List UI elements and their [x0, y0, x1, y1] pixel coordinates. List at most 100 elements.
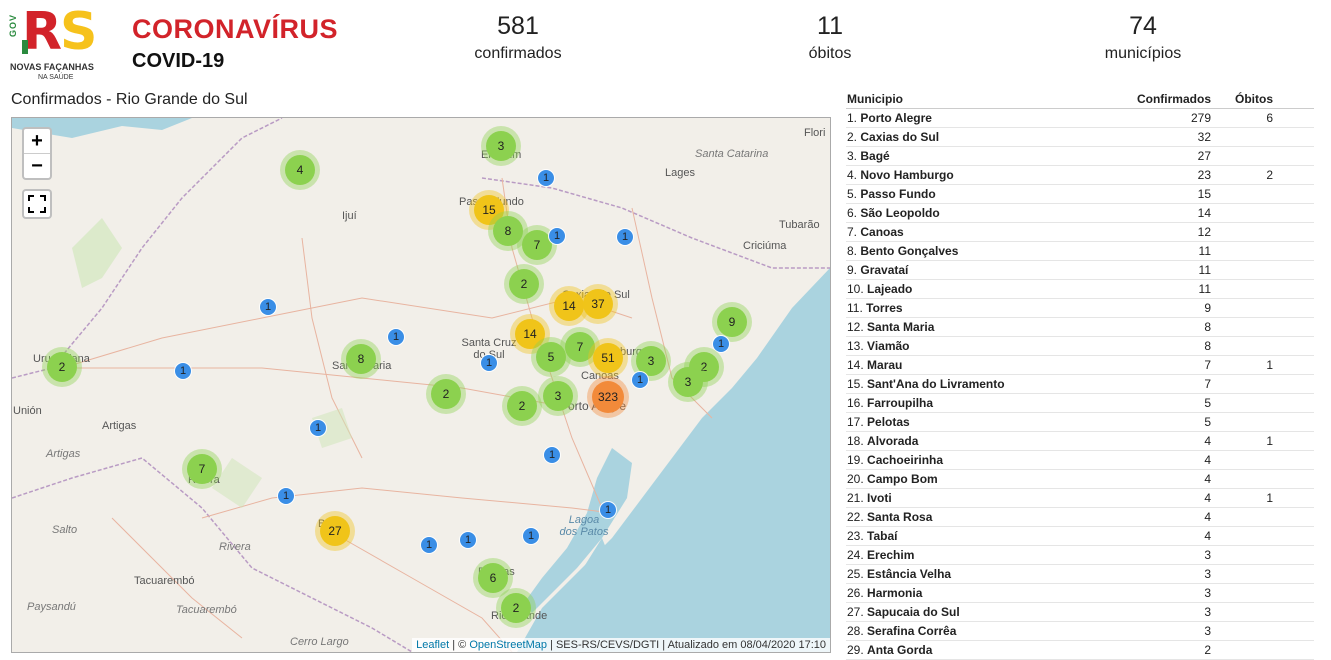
cell-rank: 19. [847, 453, 864, 467]
cell-confirmados: 4 [1204, 472, 1211, 486]
cell-obitos [1211, 147, 1299, 165]
cell-obitos [1211, 641, 1299, 659]
cell-name: Serafina Corrêa [867, 624, 957, 638]
cell-name: Novo Hamburgo [860, 168, 954, 182]
fullscreen-button[interactable] [22, 189, 52, 219]
cell-name: Caxias do Sul [860, 130, 940, 144]
cluster-count: 1 [278, 488, 294, 504]
cell-confirmados: 15 [1197, 187, 1211, 201]
map-marker-single[interactable]: 1 [548, 227, 566, 245]
cell-rank: 11. [847, 301, 863, 315]
cell-name: Anta Gorda [867, 643, 933, 657]
cell-rank: 2. [847, 130, 858, 144]
cell-name: Pelotas [867, 415, 910, 429]
header-municipio[interactable]: Municipio [846, 91, 1111, 108]
map-cluster-marker[interactable]: 2 [426, 374, 466, 414]
table-body: 1. Porto Alegre 279 6 2. Caxias do Sul 32 3. … [846, 109, 1314, 660]
map-container[interactable]: Flori Santa Catarina Lages Erechim Passo… [11, 117, 831, 653]
map-marker-single[interactable]: 1 [174, 362, 192, 380]
cell-obitos [1211, 508, 1299, 526]
attribution-suffix: | SES-RS/CEVS/DGTI | Atualizado em 08/04… [546, 639, 826, 651]
cell-name: Bento Gonçalves [860, 244, 959, 258]
cluster-count: 1 [175, 363, 191, 379]
map-marker-single[interactable]: 1 [387, 328, 405, 346]
table-row: 14. Marau 7 1 [846, 356, 1314, 375]
cell-municipio: 15. Sant'Ana do Livramento [846, 375, 1111, 393]
map-cluster-marker[interactable]: 3 [668, 362, 708, 402]
cell-confirmados: 11 [1198, 244, 1211, 258]
cell-obitos [1211, 204, 1299, 222]
map-marker-single[interactable]: 1 [522, 527, 540, 545]
cluster-count: 1 [481, 355, 497, 371]
map-marker-single[interactable]: 1 [277, 487, 295, 505]
map-cluster-marker[interactable]: 3 [481, 126, 521, 166]
cluster-count: 51 [593, 343, 623, 373]
map-marker-single[interactable]: 1 [543, 446, 561, 464]
cell-rank: 16. [847, 396, 864, 410]
zoom-in-button[interactable]: + [24, 129, 50, 154]
cell-municipio: 20. Campo Bom [846, 470, 1111, 488]
cluster-count: 1 [632, 372, 648, 388]
map-cluster-marker[interactable]: 2 [504, 264, 544, 304]
map-marker-single[interactable]: 1 [631, 371, 649, 389]
zoom-out-button[interactable]: − [24, 154, 50, 178]
leaflet-link[interactable]: Leaflet [416, 639, 449, 651]
map-cluster-marker[interactable]: 323 [587, 376, 629, 418]
table-row: 2. Caxias do Sul 32 [846, 128, 1314, 147]
cell-municipio: 5. Passo Fundo [846, 185, 1111, 203]
map-marker-single[interactable]: 1 [537, 169, 555, 187]
map-cluster-marker[interactable]: 2 [42, 347, 82, 387]
cell-rank: 12. [847, 320, 864, 334]
cell-municipio: 14. Marau [846, 356, 1111, 374]
cell-obitos [1211, 261, 1299, 279]
cell-municipio: 19. Cachoeirinha [846, 451, 1111, 469]
cell-confirmados: 3 [1204, 624, 1211, 638]
cell-confirmados: 11 [1198, 282, 1211, 296]
map-marker-single[interactable]: 1 [616, 228, 634, 246]
stat-label: óbitos [808, 45, 852, 62]
map-cluster-marker[interactable]: 2 [496, 588, 536, 628]
cell-name: Estância Velha [867, 567, 952, 581]
cell-name: Sant'Ana do Livramento [867, 377, 1005, 391]
map-cluster-marker[interactable]: 5 [531, 337, 571, 377]
cell-municipio: 21. Ivoti [846, 489, 1111, 507]
table-row: 1. Porto Alegre 279 6 [846, 109, 1314, 128]
map-label-cerro-largo: Cerro Largo [290, 636, 349, 648]
map-marker-single[interactable]: 1 [309, 419, 327, 437]
cell-rank: 18. [847, 434, 864, 448]
cluster-count: 2 [501, 593, 531, 623]
map-marker-single[interactable]: 1 [259, 298, 277, 316]
map-label-santa-catarina: Santa Catarina [695, 148, 769, 160]
page-subtitle: COVID-19 [132, 50, 225, 72]
map-cluster-marker[interactable]: 8 [341, 339, 381, 379]
map-cluster-marker[interactable]: 51 [588, 338, 628, 378]
map-marker-single[interactable]: 1 [599, 501, 617, 519]
cluster-count: 3 [543, 381, 573, 411]
osm-link[interactable]: OpenStreetMap [469, 639, 547, 651]
cluster-count: 1 [617, 229, 633, 245]
map-cluster-marker[interactable]: 2 [502, 386, 542, 426]
map-cluster-marker[interactable]: 37 [578, 284, 618, 324]
cell-rank: 22. [847, 510, 864, 524]
cluster-count: 1 [310, 420, 326, 436]
table-row: 29. Anta Gorda 2 [846, 641, 1314, 660]
header-confirmados[interactable]: Confirmados [1111, 91, 1211, 108]
table-row: 27. Sapucaia do Sul 3 [846, 603, 1314, 622]
map-cluster-marker[interactable]: 4 [280, 150, 320, 190]
cluster-count: 6 [478, 563, 508, 593]
table-row: 24. Erechim 3 [846, 546, 1314, 565]
cell-obitos [1211, 375, 1299, 393]
map-cluster-marker[interactable]: 7 [182, 449, 222, 489]
map-label-salto: Salto [52, 524, 78, 536]
cell-name: Lajeado [867, 282, 913, 296]
cluster-count: 27 [320, 516, 350, 546]
cell-rank: 10. [847, 282, 864, 296]
map-cluster-marker[interactable]: 27 [315, 511, 355, 551]
cluster-count: 1 [421, 537, 437, 553]
map-marker-single[interactable]: 1 [459, 531, 477, 549]
map-marker-single[interactable]: 1 [420, 536, 438, 554]
map-cluster-marker[interactable]: 3 [538, 376, 578, 416]
map-marker-single[interactable]: 1 [480, 354, 498, 372]
cell-rank: 15. [847, 377, 864, 391]
header-obitos[interactable]: Óbitos [1211, 91, 1299, 108]
